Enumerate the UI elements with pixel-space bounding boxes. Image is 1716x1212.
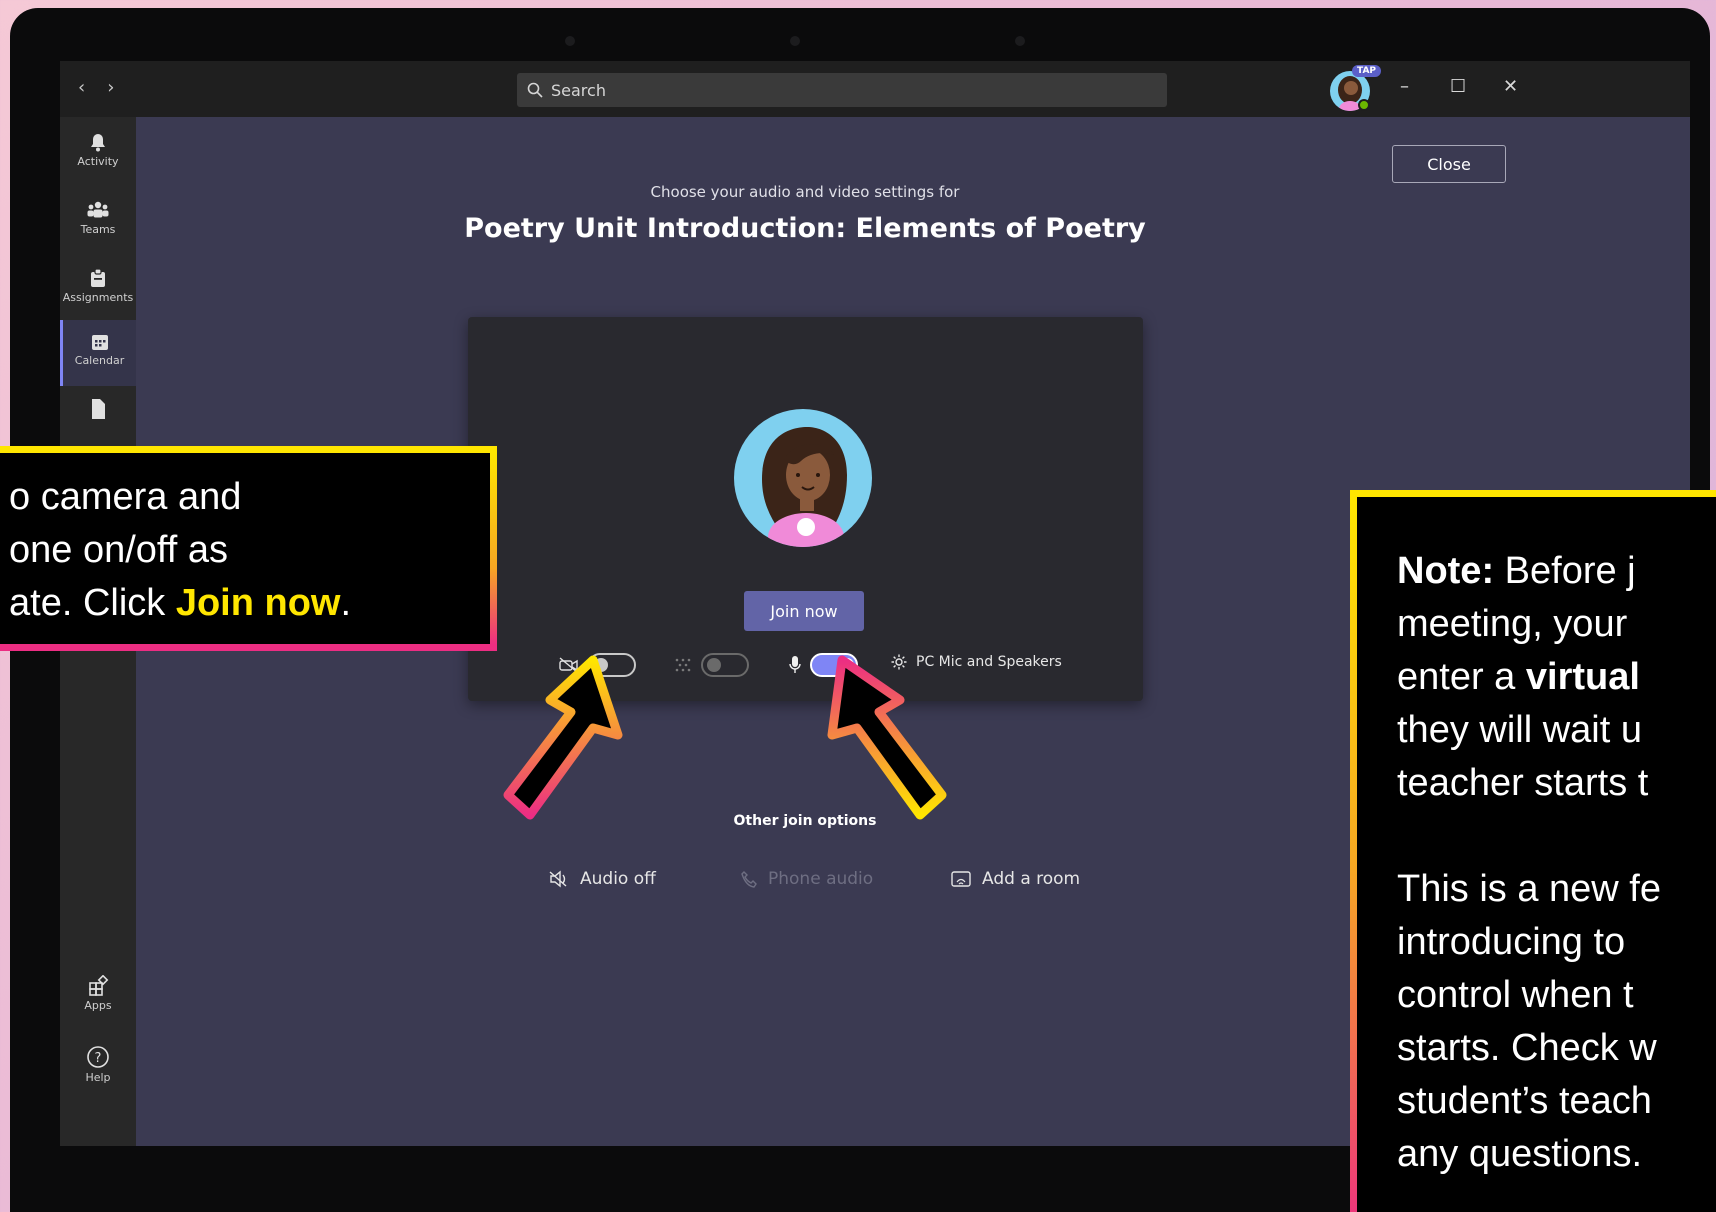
callout-line: enter a virtual <box>1397 656 1640 698</box>
settings-subtitle: Choose your audio and video settings for <box>650 183 960 201</box>
callout-line: any questions. <box>1397 1133 1643 1175</box>
rail-label: Calendar <box>74 354 125 367</box>
search-placeholder: Search <box>551 80 606 100</box>
rail-item-calendar[interactable]: Calendar <box>60 320 136 386</box>
instruction-callout: o camera and one on/off as ate. Click Jo… <box>0 446 497 651</box>
rail-label: Assignments <box>62 291 134 304</box>
rail-item-activity[interactable]: Activity <box>60 131 136 189</box>
callout-line: they will wait u <box>1397 709 1642 751</box>
microphone-icon <box>789 656 801 673</box>
search-icon <box>527 82 543 98</box>
rail-label: Teams <box>80 223 116 236</box>
user-avatar <box>734 409 872 547</box>
bezel-dot <box>565 36 575 46</box>
option-label: Audio off <box>580 869 656 889</box>
rail-item-help[interactable]: ? Help <box>60 1045 136 1103</box>
audio-off-option[interactable]: Audio off <box>548 869 656 889</box>
rail-item-teams[interactable]: Teams <box>60 199 136 257</box>
bezel-dot <box>1015 36 1025 46</box>
add-room-option[interactable]: Add a room <box>950 869 1080 889</box>
rail-item-files[interactable] <box>60 397 136 427</box>
nav-arrows: ‹ › <box>78 77 114 98</box>
calendar-icon <box>91 335 108 350</box>
callout-line: teacher starts t <box>1397 762 1649 804</box>
virtual-highlight: virtual <box>1525 656 1640 698</box>
join-now-highlight: Join now <box>175 582 341 624</box>
callout-line: This is a new fe <box>1397 868 1661 910</box>
callout-spacer <box>1397 810 1716 863</box>
maximize-button[interactable]: ☐ <box>1450 76 1466 97</box>
option-label: Add a room <box>982 869 1081 889</box>
minimize-button[interactable]: – <box>1400 76 1409 97</box>
speaker-off-icon <box>549 870 567 888</box>
title-bar: ‹ › Search TAP – ☐ ✕ <box>60 61 1690 117</box>
help-icon: ? <box>87 1046 109 1068</box>
search-input[interactable]: Search <box>517 73 1167 107</box>
back-icon[interactable]: ‹ <box>78 77 85 98</box>
teams-icon <box>87 201 109 218</box>
join-now-button[interactable]: Join now <box>744 591 864 631</box>
meeting-title: Poetry Unit Introduction: Elements of Po… <box>464 213 1146 244</box>
option-label: Phone audio <box>768 869 874 889</box>
callout-line: introducing to <box>1397 921 1626 963</box>
blur-icon <box>675 658 691 672</box>
toggle-knob <box>707 658 721 672</box>
arrow-to-microphone-icon <box>827 655 947 820</box>
apps-icon <box>89 975 109 996</box>
cast-icon <box>951 871 971 887</box>
bell-icon <box>91 134 105 152</box>
callout-line: one on/off as <box>9 529 229 571</box>
file-icon <box>92 399 105 419</box>
rail-label: Help <box>85 1071 111 1084</box>
callout-line: student’s teach <box>1397 1080 1652 1122</box>
callout-line: starts. Check w <box>1397 1027 1657 1069</box>
rail-label: Activity <box>77 155 119 168</box>
video-preview: Join now PC Mic and Speakers <box>468 317 1143 701</box>
assignments-icon <box>91 268 105 287</box>
callout-line: control when t <box>1397 974 1634 1016</box>
callout-line: meeting, your <box>1397 603 1628 645</box>
callout-line: o camera and <box>9 476 242 518</box>
arrow-to-camera-icon <box>503 655 623 820</box>
rail-item-assignments[interactable]: Assignments <box>60 267 136 325</box>
tap-badge: TAP <box>1352 65 1382 77</box>
presence-badge <box>1358 99 1370 111</box>
background-blur-control <box>673 653 749 677</box>
camera-lens <box>790 36 800 46</box>
phone-icon <box>741 871 757 888</box>
forward-icon[interactable]: › <box>107 77 114 98</box>
close-window-button[interactable]: ✕ <box>1503 76 1518 97</box>
close-button[interactable]: Close <box>1392 145 1506 183</box>
note-label: Note: <box>1397 550 1495 592</box>
rail-label: Apps <box>84 999 112 1012</box>
note-callout: Note: Before j meeting, your enter a vir… <box>1350 490 1716 1212</box>
rail-item-apps[interactable]: Apps <box>60 975 136 1033</box>
callout-line: ate. Click Join now. <box>9 582 352 624</box>
callout-line: Note: Before j <box>1397 550 1636 592</box>
phone-audio-option[interactable]: Phone audio <box>740 869 873 889</box>
blur-toggle[interactable] <box>701 653 749 677</box>
svg-text:?: ? <box>95 1051 102 1066</box>
